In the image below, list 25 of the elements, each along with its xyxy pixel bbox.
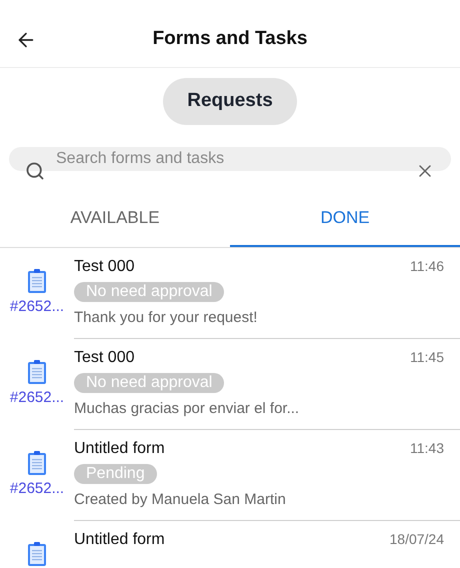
clipboard-icon	[27, 359, 47, 385]
search-field[interactable]: Search forms and tasks	[9, 147, 451, 171]
form-title: Untitled form	[74, 530, 165, 550]
time-label: 11:45	[410, 348, 444, 367]
clipboard-icon	[27, 450, 47, 476]
time-label: 11:43	[410, 439, 444, 458]
message-text: Thank you for your request!	[74, 308, 258, 328]
page-title: Forms and Tasks	[152, 27, 308, 52]
requests-tab[interactable]: Requests	[163, 78, 297, 125]
form-title: Test 000	[74, 257, 134, 277]
message-text: Muchas gracias por enviar el for...	[74, 399, 300, 419]
clipboard-icon	[27, 541, 47, 567]
message-text: Created by Manuela San Martin	[74, 490, 286, 510]
time-label: 11:46	[410, 257, 444, 276]
tab[interactable]: AVAILABLE	[0, 190, 230, 247]
clipboard-icon	[27, 268, 47, 294]
tab[interactable]: DONE	[230, 190, 460, 247]
request-number: #2652...	[10, 297, 64, 317]
request-number: #2652...	[10, 479, 64, 499]
request-row[interactable]: Untitled form 18/07/24	[0, 521, 460, 568]
request-number: #2652...	[10, 388, 64, 408]
search-icon	[25, 161, 45, 181]
form-title: Untitled form	[74, 439, 165, 459]
form-title: Test 000	[74, 348, 134, 368]
time-label: 18/07/24	[390, 530, 444, 549]
